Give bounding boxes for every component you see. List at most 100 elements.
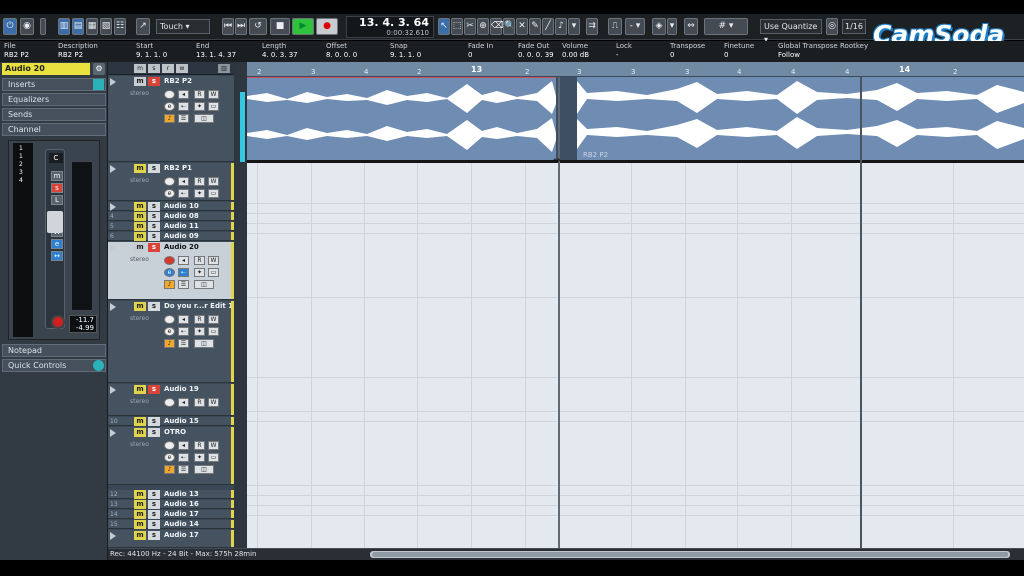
track-row[interactable]: m s Do you r...r Edit 1 stereo ◂ R W e ⇠… [108,301,234,383]
horizontal-scrollbar[interactable] [370,551,1010,558]
autoscroll-icon[interactable]: ⇉ [586,18,598,35]
track-row[interactable]: 4 m s Audio 08 [108,212,234,221]
track-mute-button[interactable]: m [134,520,146,529]
info-start[interactable]: Start 9. 1. 1. 0 [136,42,167,60]
edit-channel-icon[interactable]: e [164,453,175,462]
volume-readout[interactable]: -11.7 -4.99 [69,315,97,333]
locator-line[interactable] [860,77,862,548]
play-tool-icon[interactable]: ♪ [555,18,567,35]
lane-icon[interactable]: ☰ [178,114,189,123]
track-row[interactable]: 15 m s Audio 14 [108,520,234,529]
constrain-delay-button[interactable]: ◉ [20,18,34,35]
timebase-icon[interactable]: ◫ [194,280,214,289]
monitor-icon[interactable]: ◂ [178,315,189,324]
inspector-quick-controls[interactable]: Quick Controls [2,359,106,372]
expand-arrow-icon[interactable] [110,165,116,173]
channel-mute-button[interactable]: m [51,171,63,181]
info-offset[interactable]: Offset 8. 0. 0. 0 [326,42,357,60]
inspector-settings-icon[interactable]: ⚙ [93,63,105,75]
track-row[interactable]: 5 m s Audio 11 [108,222,234,231]
track-solo-button[interactable]: s [148,243,160,252]
expand-arrow-icon[interactable] [110,244,116,252]
quick-controls-icon[interactable] [93,360,104,371]
audio-event[interactable] [247,77,556,160]
track-mute-button[interactable]: m [134,500,146,509]
eq-bypass-icon[interactable]: ✦ [194,327,205,336]
play-button[interactable]: ▶ [292,18,314,35]
track-mute-button[interactable]: m [134,385,146,394]
eq-bypass-icon[interactable]: ✦ [194,268,205,277]
track-name[interactable]: RB2 P1 [164,164,192,172]
channel-solo-button[interactable]: s [51,183,63,193]
timebase-icon[interactable]: ◫ [194,339,214,348]
expand-arrow-icon[interactable] [110,386,116,394]
channel-listen-button[interactable]: L [51,195,63,205]
inspector-track-title[interactable]: Audio 20 [2,63,90,75]
inspector-channel[interactable]: Channel [2,123,106,136]
line-tool-icon[interactable]: ╱ [542,18,554,35]
track-solo-button[interactable]: s [148,490,160,499]
track-solo-button[interactable]: s [148,212,160,221]
track-row[interactable]: m s OTRO stereo ◂ R W e ⇠ ✦ ▭ ♪ ☰ ◫ [108,427,234,485]
show-overview-icon[interactable]: ▦ [86,18,98,35]
send-bypass-icon[interactable]: ▭ [208,189,219,198]
track-list-menu-icon[interactable]: ▥ [218,64,230,73]
track-name[interactable]: RB2 P2 [164,77,192,85]
range-tool-icon[interactable]: ⬚ [451,18,463,35]
record-enable-icon[interactable] [51,315,65,329]
track-mute-button[interactable]: m [134,212,146,221]
record-enable-icon[interactable] [164,177,175,186]
track-solo-button[interactable]: s [148,232,160,241]
track-mute-button[interactable]: m [134,510,146,519]
insert-bypass-icon[interactable]: ⇠ [178,453,189,462]
monitor-icon[interactable]: ◂ [178,90,189,99]
track-name[interactable]: Audio 11 [164,222,199,230]
arrange-window[interactable]: RB2 P2 ⇔ [247,77,1024,548]
track-name[interactable]: Audio 13 [164,490,199,498]
track-mute-button[interactable]: m [134,302,146,311]
lock-icon[interactable]: ♪ [164,280,175,289]
go-to-end-button[interactable]: ⏭ [235,18,247,35]
read-automation-button[interactable]: R [194,256,205,265]
send-bypass-icon[interactable]: ▭ [208,453,219,462]
read-automation-button[interactable]: R [194,315,205,324]
info-end[interactable]: End 13. 1. 4. 37 [196,42,236,60]
send-bypass-icon[interactable]: ▭ [208,102,219,111]
lane-icon[interactable]: ☰ [178,339,189,348]
track-solo-button[interactable]: s [148,500,160,509]
record-enable-icon[interactable] [164,315,175,324]
eq-bypass-icon[interactable]: ✦ [194,453,205,462]
quantize-value-select[interactable]: 1/16 [842,19,866,34]
lock-icon[interactable]: ♪ [164,339,175,348]
expand-arrow-icon[interactable] [110,429,116,437]
send-bypass-icon[interactable]: ▭ [208,327,219,336]
volume-fader-knob[interactable] [47,211,63,233]
edit-channel-icon[interactable]: e [164,189,175,198]
quantize-select[interactable]: Use Quantize ▾ [760,19,822,44]
track-mute-button[interactable]: m [134,222,146,231]
record-enable-icon[interactable] [164,256,175,265]
track-solo-button[interactable]: s [148,510,160,519]
show-mixer-icon[interactable]: ☷ [114,18,126,35]
expand-arrow-icon[interactable] [110,78,116,86]
info-volume[interactable]: Volume 0.00 dB [562,42,589,60]
write-automation-button[interactable]: W [208,177,219,186]
record-button[interactable]: ● [316,18,338,35]
expand-arrow-icon[interactable] [110,532,116,540]
write-automation-button[interactable]: W [208,441,219,450]
record-enable-icon[interactable] [164,441,175,450]
track-row[interactable]: m s RB2 P1 stereo ◂ R W e ⇠ ✦ ▭ [108,163,234,201]
inspector-notepad[interactable]: Notepad [2,344,106,357]
monitor-icon[interactable]: ◂ [178,256,189,265]
color-palette-icon[interactable]: ◈ [652,18,666,35]
lane-icon[interactable]: ☰ [178,280,189,289]
info-file[interactable]: File RB2 P2 [4,42,29,60]
info-rootkey[interactable]: Rootkey [840,42,868,51]
channel-monitor-button[interactable]: ↔ [51,251,63,261]
snap-toggle-icon[interactable]: ⇔ [684,18,698,35]
cycle-button[interactable]: ↺ [249,18,267,35]
track-row[interactable]: 12 m s Audio 13 [108,490,234,499]
info-snap[interactable]: Snap 9. 1. 1. 0 [390,42,421,60]
read-automation-button[interactable]: R [194,177,205,186]
info-description[interactable]: Description RB2 P2 [58,42,98,60]
